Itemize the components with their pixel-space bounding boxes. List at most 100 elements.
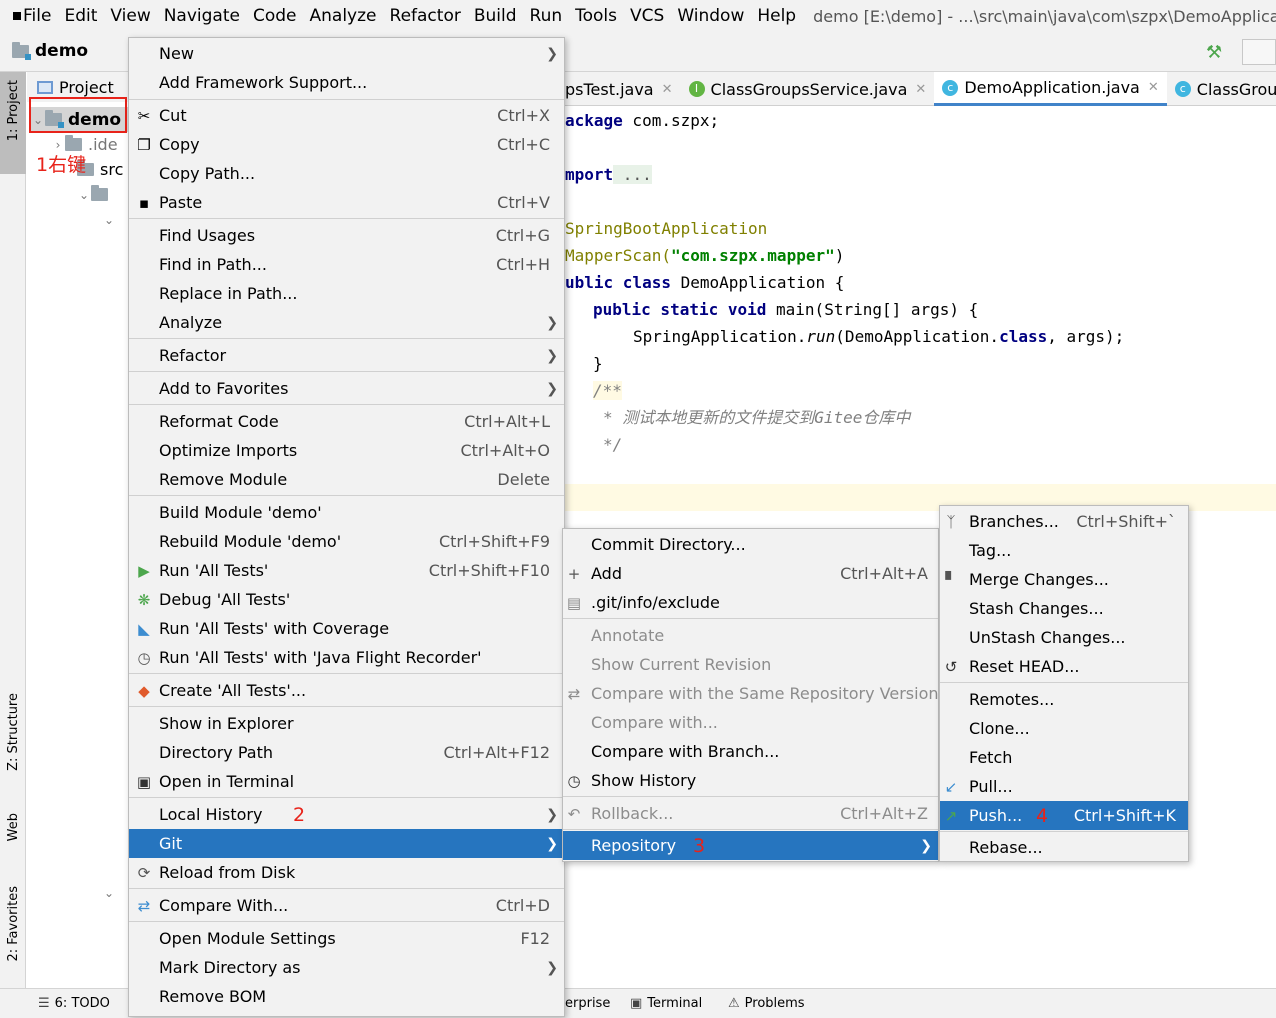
menu-navigate[interactable]: Navigate: [164, 6, 240, 26]
menu-push[interactable]: ↗ Push... 4 Ctrl+Shift+K: [940, 801, 1188, 830]
tree-node-main[interactable]: ⌄: [77, 182, 114, 207]
menu-cut[interactable]: ✂ Cut Ctrl+X: [129, 101, 564, 130]
status-terminal[interactable]: ▣ Terminal: [630, 996, 702, 1011]
menu-vcs[interactable]: VCS: [630, 6, 664, 26]
tab-structure[interactable]: Z: Structure: [0, 687, 26, 787]
menu-reload-disk[interactable]: ⟳ Reload from Disk: [129, 858, 564, 887]
menu-window[interactable]: Window: [677, 6, 744, 26]
menu-find-usages[interactable]: Find Usages Ctrl+G: [129, 221, 564, 250]
menu-find-in-path[interactable]: Find in Path... Ctrl+H: [129, 250, 564, 279]
menu-annotate[interactable]: Annotate: [563, 621, 938, 650]
menu-open-terminal[interactable]: ▣ Open in Terminal: [129, 767, 564, 796]
menu-replace-in-path[interactable]: Replace in Path...: [129, 279, 564, 308]
status-problems[interactable]: ⚠ Problems: [728, 996, 805, 1011]
menu-tag[interactable]: Tag...: [940, 536, 1188, 565]
menu-analyze[interactable]: Analyze: [310, 6, 377, 26]
editor-tab-classgroupsse[interactable]: c ClassGroupsSe: [1167, 72, 1276, 106]
menu-merge-changes[interactable]: ▘ Merge Changes...: [940, 565, 1188, 594]
menu-run[interactable]: Run: [530, 6, 563, 26]
menu-mark-directory[interactable]: Mark Directory as ❯: [129, 953, 564, 982]
menu-remove-module[interactable]: Remove Module Delete: [129, 465, 564, 494]
menu-build[interactable]: Build: [474, 6, 517, 26]
menu-remove-bom[interactable]: Remove BOM: [129, 982, 564, 1011]
menu-local-history[interactable]: Local History 2 ❯: [129, 800, 564, 829]
menu-module-settings[interactable]: Open Module Settings F12: [129, 924, 564, 953]
expand-arrow-icon[interactable]: ⌄: [77, 188, 91, 202]
menu-compare-branch[interactable]: Compare with Branch...: [563, 737, 938, 766]
menu-compare-with-rev[interactable]: Compare with...: [563, 708, 938, 737]
editor-tab-pstest[interactable]: psTest.java ✕: [565, 72, 681, 106]
menu-debug-tests[interactable]: ❋ Debug 'All Tests': [129, 585, 564, 614]
menu-analyze[interactable]: Analyze ❯: [129, 308, 564, 337]
tab-project[interactable]: 1: Project: [0, 72, 26, 174]
run-config-selector[interactable]: [1242, 39, 1276, 65]
menu-refactor[interactable]: Refactor: [390, 6, 461, 26]
menu-view[interactable]: View: [110, 6, 150, 26]
menu-file[interactable]: File: [23, 6, 51, 26]
build-hammer-icon[interactable]: ⚒: [1206, 42, 1226, 63]
menu-add-framework[interactable]: Add Framework Support...: [129, 68, 564, 97]
tree-node-collapsed[interactable]: ⌄: [102, 880, 116, 905]
menu-rebase[interactable]: Rebase...: [940, 833, 1188, 862]
menu-compare-same-repo[interactable]: ⇄ Compare with the Same Repository Versio…: [563, 679, 939, 708]
close-icon[interactable]: ✕: [1148, 80, 1159, 95]
editor-tab-classgroupsservice[interactable]: I ClassGroupsService.java ✕: [681, 72, 935, 106]
menu-remotes[interactable]: Remotes...: [940, 685, 1188, 714]
menu-help[interactable]: Help: [757, 6, 796, 26]
menu-unstash-changes[interactable]: UnStash Changes...: [940, 623, 1188, 652]
menu-edit[interactable]: Edit: [64, 6, 97, 26]
menu-tools[interactable]: Tools: [575, 6, 617, 26]
status-enterprise[interactable]: erprise: [565, 996, 610, 1011]
editor-tab-demoapplication[interactable]: c DemoApplication.java ✕: [934, 72, 1167, 106]
menu-separator: [563, 618, 938, 619]
status-label: Terminal: [647, 996, 703, 1011]
menu-commit-directory[interactable]: Commit Directory...: [563, 530, 938, 559]
menu-shortcut: Delete: [497, 470, 550, 489]
folded-imports[interactable]: ...: [613, 165, 652, 184]
tab-structure-label: Z: Structure: [6, 693, 21, 771]
menu-paste[interactable]: ▪ Paste Ctrl+V: [129, 188, 564, 217]
menu-show-history[interactable]: ◷ Show History: [563, 766, 938, 795]
menu-compare-with[interactable]: ⇄ Compare With... Ctrl+D: [129, 891, 564, 920]
menu-clone[interactable]: Clone...: [940, 714, 1188, 743]
menu-pull[interactable]: ↙ Pull...: [940, 772, 1188, 801]
menu-branches[interactable]: ᛉ Branches... Ctrl+Shift+`: [940, 507, 1188, 536]
menu-label: Paste: [159, 193, 203, 212]
status-todo[interactable]: ☰ 6: TODO: [38, 996, 110, 1011]
menu-new[interactable]: New ❯: [129, 39, 564, 68]
menu-stash-changes[interactable]: Stash Changes...: [940, 594, 1188, 623]
menu-run-jfr[interactable]: ◷ Run 'All Tests' with 'Java Flight Recor…: [129, 643, 564, 672]
submenu-arrow-icon: ❯: [920, 837, 932, 854]
menu-copy[interactable]: ❐ Copy Ctrl+C: [129, 130, 564, 159]
menu-show-in-explorer[interactable]: Show in Explorer: [129, 709, 564, 738]
menu-reformat[interactable]: Reformat Code Ctrl+Alt+L: [129, 407, 564, 436]
tree-node-java[interactable]: ⌄: [102, 207, 116, 232]
menu-git-exclude[interactable]: ▤ .git/info/exclude: [563, 588, 938, 617]
menu-git-add[interactable]: + Add Ctrl+Alt+A: [563, 559, 938, 588]
tab-web[interactable]: Web: [0, 807, 26, 867]
code-line-close-brace: }: [593, 350, 603, 377]
menu-show-current-revision[interactable]: Show Current Revision: [563, 650, 938, 679]
menu-run-coverage[interactable]: ◣ Run 'All Tests' with Coverage: [129, 614, 564, 643]
menu-fetch[interactable]: Fetch: [940, 743, 1188, 772]
breadcrumb-root[interactable]: demo: [12, 41, 88, 61]
menu-add-favorites[interactable]: Add to Favorites ❯: [129, 374, 564, 403]
menu-repository[interactable]: Repository 3 ❯: [563, 831, 938, 860]
menu-code[interactable]: Code: [253, 6, 297, 26]
tab-favorites[interactable]: 2: Favorites: [0, 882, 26, 982]
menu-git[interactable]: Git ❯: [129, 829, 564, 858]
menu-refactor[interactable]: Refactor ❯: [129, 341, 564, 370]
menu-directory-path[interactable]: Directory Path Ctrl+Alt+F12: [129, 738, 564, 767]
menu-create-tests[interactable]: ◆ Create 'All Tests'...: [129, 676, 564, 705]
menu-copy-path[interactable]: Copy Path...: [129, 159, 564, 188]
expand-arrow-icon[interactable]: ⌄: [102, 213, 116, 227]
close-icon[interactable]: ✕: [915, 82, 926, 97]
menu-run-tests[interactable]: ▶ Run 'All Tests' Ctrl+Shift+F10: [129, 556, 564, 585]
menu-build-module[interactable]: Build Module 'demo': [129, 498, 564, 527]
menu-rollback[interactable]: ↶ Rollback... Ctrl+Alt+Z: [563, 799, 938, 828]
menu-reset-head[interactable]: ↺ Reset HEAD...: [940, 652, 1188, 681]
menu-optimize-imports[interactable]: Optimize Imports Ctrl+Alt+O: [129, 436, 564, 465]
close-icon[interactable]: ✕: [662, 82, 673, 97]
expand-arrow-icon[interactable]: ⌄: [102, 886, 116, 900]
menu-rebuild-module[interactable]: Rebuild Module 'demo' Ctrl+Shift+F9: [129, 527, 564, 556]
